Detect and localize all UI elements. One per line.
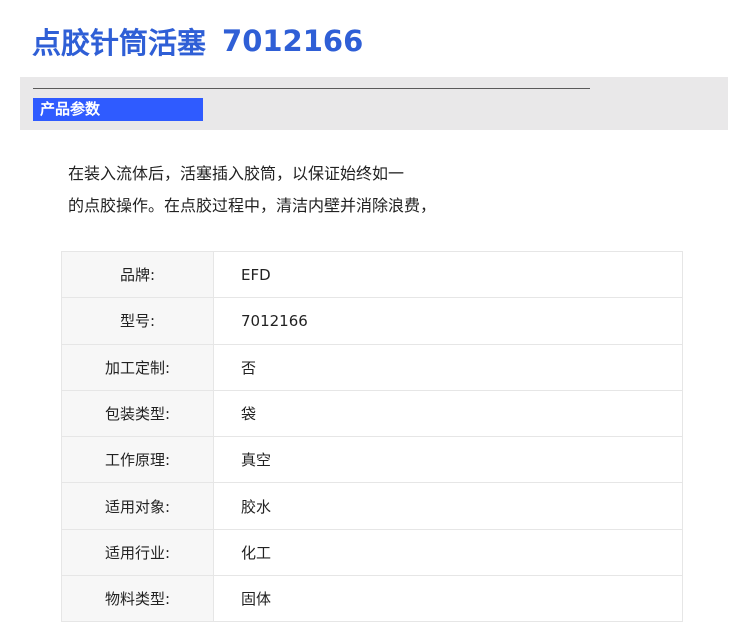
- table-row: 加工定制: 否: [61, 344, 683, 391]
- spec-value: 否: [213, 344, 683, 391]
- description-line: 在装入流体后，活塞插入胶筒，以保证始终如一: [68, 164, 405, 183]
- product-description: 在装入流体后，活塞插入胶筒，以保证始终如一 的点胶操作。在点胶过程中，清洁内壁并…: [68, 158, 488, 222]
- spec-table: 品牌: EFD 型号: 7012166 加工定制: 否 包装类型: 袋 工作原理…: [61, 251, 683, 623]
- section-divider: [33, 88, 590, 89]
- spec-value: 7012166: [213, 297, 683, 345]
- spec-value: EFD: [213, 251, 683, 299]
- product-code: 7012166: [222, 24, 364, 58]
- spec-key: 品牌:: [61, 251, 214, 299]
- section-title: 产品参数: [33, 98, 203, 121]
- spec-key: 工作原理:: [61, 436, 214, 484]
- spec-key: 加工定制:: [61, 344, 214, 391]
- description-line: 的点胶操作。在点胶过程中，清洁内壁并消除浪费，: [68, 196, 437, 215]
- spec-key: 包装类型:: [61, 390, 214, 438]
- spec-key: 适用行业:: [61, 529, 214, 577]
- table-row: 适用行业: 化工: [61, 529, 683, 577]
- page-title: 点胶针筒活塞 7012166: [32, 20, 363, 62]
- spec-value: 袋: [213, 390, 683, 438]
- spec-value: 化工: [213, 529, 683, 577]
- table-row: 物料类型: 固体: [61, 575, 683, 622]
- spec-key: 型号:: [61, 297, 214, 345]
- table-row: 包装类型: 袋: [61, 390, 683, 438]
- spec-key: 适用对象:: [61, 482, 214, 530]
- spec-value: 真空: [213, 436, 683, 484]
- table-row: 适用对象: 胶水: [61, 482, 683, 530]
- spec-value: 固体: [241, 590, 272, 609]
- product-name: 点胶针筒活塞: [32, 26, 207, 60]
- spec-value: 胶水: [213, 482, 683, 530]
- product-page: 点胶针筒活塞 7012166 产品参数 在装入流体后，活塞插入胶筒，以保证始终如…: [0, 0, 750, 640]
- spec-key: 物料类型:: [61, 575, 214, 622]
- table-row: 工作原理: 真空: [61, 436, 683, 484]
- table-row: 品牌: EFD: [61, 251, 683, 299]
- table-row: 型号: 7012166: [61, 297, 683, 345]
- section-header: 产品参数: [20, 77, 728, 130]
